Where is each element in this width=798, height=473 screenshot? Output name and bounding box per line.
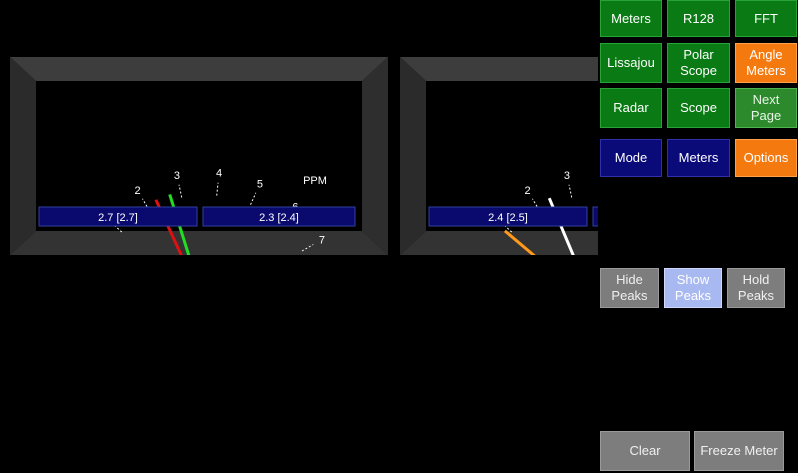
freeze-meter-button[interactable]: Freeze Meter bbox=[694, 431, 784, 471]
mode-button[interactable]: Mode bbox=[600, 139, 662, 177]
scale-tick-label: 7 bbox=[319, 235, 325, 247]
lissajou-button[interactable]: Lissajou bbox=[600, 43, 662, 83]
hold-peaks-button[interactable]: Hold Peaks bbox=[727, 268, 785, 308]
next-page-button[interactable]: Next Page bbox=[735, 88, 797, 128]
radar-button[interactable]: Radar bbox=[600, 88, 662, 128]
readout-right-channel: 2.3 [2.4] bbox=[259, 212, 299, 224]
scale-tick-label: 4 bbox=[216, 168, 222, 180]
meter-unit-label: PPM bbox=[303, 175, 327, 187]
scale-tick-label: 3 bbox=[564, 170, 570, 182]
ppm-meter-right: 1234 2.4 [2.5] bbox=[400, 57, 598, 255]
polar-scope-button[interactable]: Polar Scope bbox=[667, 43, 730, 83]
scale-tick-label: 2 bbox=[524, 185, 530, 197]
hide-peaks-button[interactable]: Hide Peaks bbox=[600, 268, 659, 308]
r128-button[interactable]: R128 bbox=[667, 0, 730, 37]
show-peaks-button[interactable]: Show Peaks bbox=[664, 268, 722, 308]
readout-left-channel: 2.7 [2.7] bbox=[98, 212, 138, 224]
scale-tick-label: 5 bbox=[257, 179, 263, 191]
readout-left-channel-2: 2.4 [2.5] bbox=[488, 212, 528, 224]
meters-button[interactable]: Meters bbox=[600, 0, 662, 37]
scope-button[interactable]: Scope bbox=[667, 88, 730, 128]
scale-tick-label: 2 bbox=[134, 185, 140, 197]
fft-button[interactable]: FFT bbox=[735, 0, 797, 37]
ppm-meter-left: 1234567 PPM 2.7 [2.7] 2.3 [2.4] bbox=[10, 57, 388, 255]
clear-button[interactable]: Clear bbox=[600, 431, 690, 471]
angle-meters-button[interactable]: Angle Meters bbox=[735, 43, 797, 83]
options-button[interactable]: Options bbox=[735, 139, 797, 177]
scale-tick-label: 3 bbox=[174, 170, 180, 182]
meters-mode-button[interactable]: Meters bbox=[667, 139, 730, 177]
